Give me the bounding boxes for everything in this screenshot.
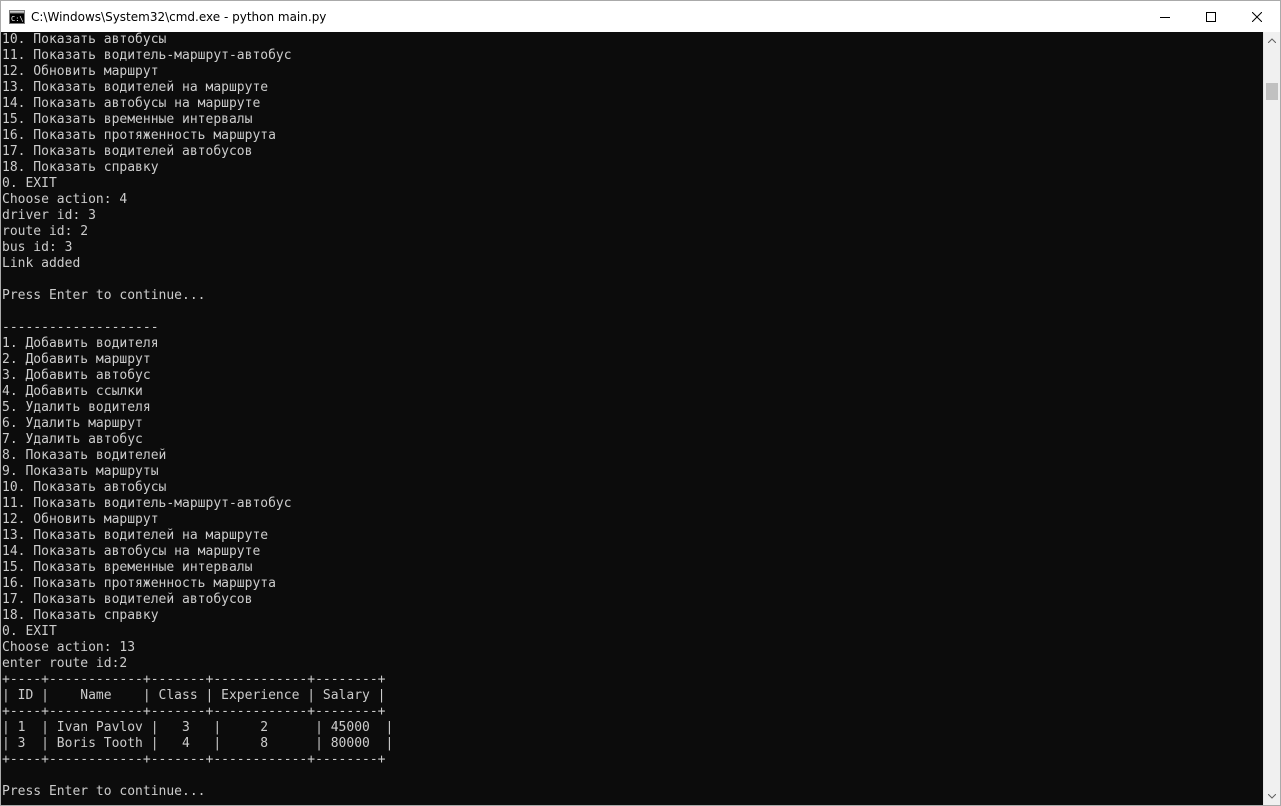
console-line: route id: 2 <box>2 224 89 239</box>
console-line: 16. Показать протяженность маршрута <box>2 128 276 143</box>
console-line: 18. Показать справку <box>2 608 159 623</box>
console-line: 10. Показать автобусы <box>2 32 167 47</box>
console-line: 3. Добавить автобус <box>2 368 151 383</box>
console-line: 16. Показать протяженность маршрута <box>2 576 276 591</box>
console-line: 17. Показать водителей автобусов <box>2 592 253 607</box>
console-line: 11. Показать водитель-маршрут-автобус <box>2 48 292 63</box>
console-line: 10. Показать автобусы <box>2 480 167 495</box>
scroll-up-arrow-icon <box>1268 38 1276 43</box>
maximize-icon <box>1206 11 1216 22</box>
vertical-scrollbar[interactable] <box>1263 32 1280 805</box>
console-line: 14. Показать автобусы на маршруте <box>2 96 261 111</box>
console-window: C:\ C:\Windows\System32\cmd.exe - python… <box>0 0 1281 806</box>
console-line: 15. Показать временные интервалы <box>2 112 253 127</box>
console-line: 18. Показать справку <box>2 160 159 175</box>
console-output-area[interactable]: 10. Показать автобусы 11. Показать водит… <box>1 32 1263 805</box>
console-line: 7. Удалить автобус <box>2 432 143 447</box>
console-line: 0. EXIT <box>2 176 57 191</box>
console-line: Link added <box>2 256 81 271</box>
console-line: 2. Добавить маршрут <box>2 352 151 367</box>
console-output: 10. Показать автобусы 11. Показать водит… <box>1 32 1263 800</box>
close-button[interactable] <box>1234 1 1280 32</box>
console-line: +----+------------+-------+------------+… <box>2 752 386 767</box>
console-line: Choose action: 4 <box>2 192 128 207</box>
console-line: Choose action: 13 <box>2 640 136 655</box>
console-line: 1. Добавить водителя <box>2 336 159 351</box>
console-line: 8. Показать водителей <box>2 448 167 463</box>
console-line: +----+------------+-------+------------+… <box>2 704 386 719</box>
console-line: 12. Обновить маршрут <box>2 512 159 527</box>
console-line: 11. Показать водитель-маршрут-автобус <box>2 496 292 511</box>
console-line: 14. Показать автобусы на маршруте <box>2 544 261 559</box>
console-line: | ID | Name | Class | Experience | Salar… <box>2 688 386 703</box>
console-line: 4. Добавить ссылки <box>2 384 143 399</box>
console-line: bus id: 3 <box>2 240 73 255</box>
console-line: 6. Удалить маршрут <box>2 416 143 431</box>
svg-text:C:\: C:\ <box>11 15 24 23</box>
close-icon <box>1252 11 1262 22</box>
console-line: 13. Показать водителей на маршруте <box>2 528 269 543</box>
console-line: Press Enter to continue... <box>2 784 206 799</box>
scroll-down-arrow-icon <box>1268 794 1276 799</box>
console-line: 5. Удалить водителя <box>2 400 151 415</box>
console-line: 17. Показать водителей автобусов <box>2 144 253 159</box>
title-bar[interactable]: C:\ C:\Windows\System32\cmd.exe - python… <box>1 1 1280 32</box>
console-line: -------------------- <box>2 320 159 335</box>
console-line: | 3 | Boris Tooth | 4 | 8 | 80000 | <box>2 736 394 751</box>
console-line: | 1 | Ivan Pavlov | 3 | 2 | 45000 | <box>2 720 394 735</box>
scroll-thumb[interactable] <box>1266 83 1278 100</box>
window-title: C:\Windows\System32\cmd.exe - python mai… <box>31 9 327 24</box>
window-controls <box>1142 1 1280 32</box>
cmd-icon: C:\ <box>9 9 25 25</box>
console-line: Press Enter to continue... <box>2 288 206 303</box>
console-line: 9. Показать маршруты <box>2 464 159 479</box>
minimize-button[interactable] <box>1142 1 1188 32</box>
maximize-button[interactable] <box>1188 1 1234 32</box>
scroll-up-button[interactable] <box>1264 32 1280 49</box>
console-line: +----+------------+-------+------------+… <box>2 672 386 687</box>
console-line: driver id: 3 <box>2 208 96 223</box>
console-line: 0. EXIT <box>2 624 57 639</box>
console-line: 12. Обновить маршрут <box>2 64 159 79</box>
console-line: enter route id:2 <box>2 656 128 671</box>
console-line: 15. Показать временные интервалы <box>2 560 253 575</box>
console-line: 13. Показать водителей на маршруте <box>2 80 269 95</box>
minimize-icon <box>1160 16 1170 18</box>
scroll-down-button[interactable] <box>1264 788 1280 805</box>
